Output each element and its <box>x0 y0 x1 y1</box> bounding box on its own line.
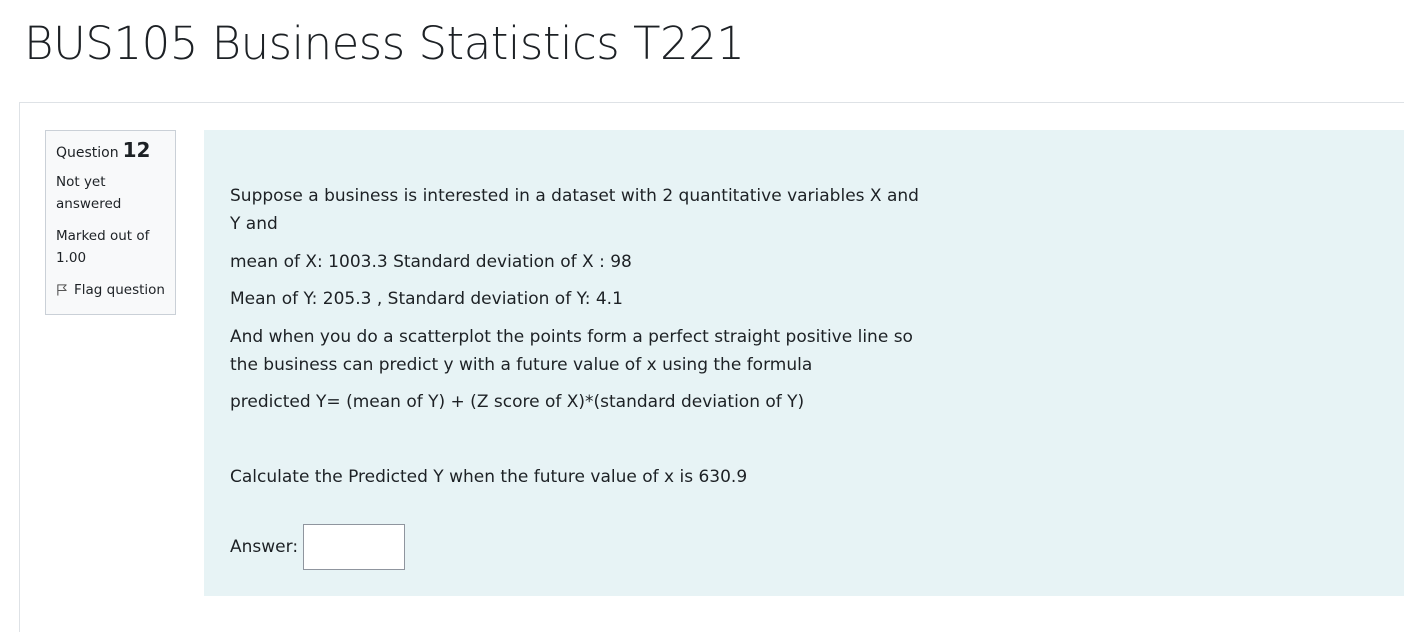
question-text-intro: Suppose a business is interested in a da… <box>230 186 919 234</box>
question-state: Not yet answered <box>56 174 122 212</box>
answer-input[interactable] <box>303 524 406 570</box>
question-grade: Marked out of 1.00 <box>56 228 150 266</box>
question-text-mean-x: mean of X: 1003.3 Standard deviation of … <box>230 252 632 272</box>
question-text-mean-y: Mean of Y: 205.3 , Standard deviation of… <box>230 289 623 309</box>
flag-outline-icon <box>57 284 67 296</box>
question-number: 12 <box>122 138 151 162</box>
flag-question-label: Flag question <box>74 282 165 298</box>
question-info-panel: Question 12 Not yet answered Marked out … <box>45 130 176 315</box>
answer-row: Answer: <box>230 524 406 570</box>
question-text-formula: predicted Y= (mean of Y) + (Z score of X… <box>230 392 805 412</box>
question-number-heading: Question 12 <box>56 139 165 169</box>
question-text-scatterplot: And when you do a scatterplot the points… <box>230 327 913 375</box>
question-content: Suppose a business is interested in a da… <box>204 130 1404 596</box>
question-text-prompt: Calculate the Predicted Y when the futur… <box>230 467 748 487</box>
answer-label: Answer: <box>230 537 299 557</box>
page-title: BUS105 Business Statistics T221 <box>24 17 745 70</box>
flag-question-link[interactable]: Flag question <box>56 279 165 301</box>
question-label: Question <box>56 145 119 161</box>
